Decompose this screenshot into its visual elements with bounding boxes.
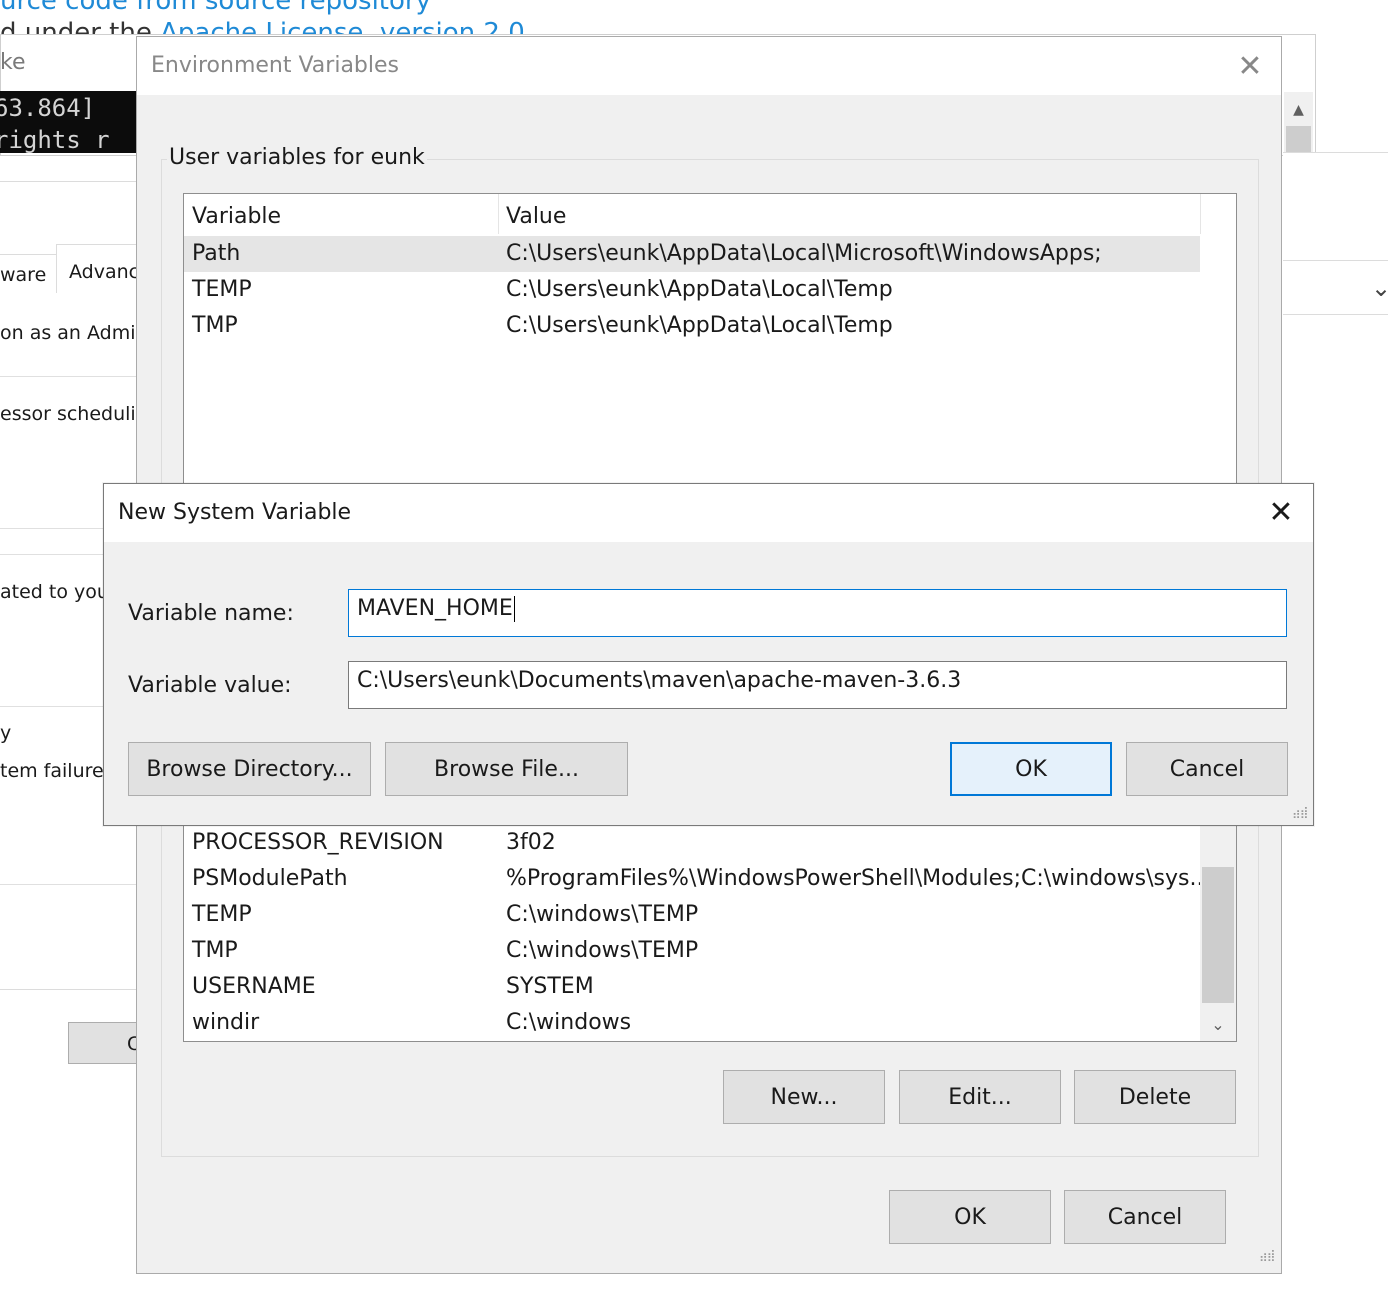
bg-cmd-line: 63.864] xyxy=(0,94,96,122)
row-value: C:\Users\eunk\AppData\Local\Temp xyxy=(506,313,893,338)
system-variables-list[interactable]: PROCESSOR_REVISION 3f02 PSModulePath %Pr… xyxy=(183,797,1237,1042)
variable-name-input[interactable]: MAVEN_HOME xyxy=(348,589,1287,637)
variable-value-label: Variable value: xyxy=(128,673,292,698)
row-variable: TMP xyxy=(192,313,238,338)
bg-divider xyxy=(0,884,138,885)
row-value: C:\windows\TEMP xyxy=(506,938,699,963)
row-value: C:\Users\eunk\AppData\Local\Temp xyxy=(506,277,893,302)
edit-variable-button[interactable]: Edit... xyxy=(899,1070,1061,1124)
bg-admin-text: on as an Admir xyxy=(0,322,144,344)
bg-cmd-scroll-thumb[interactable] xyxy=(1286,126,1311,153)
bg-related-text: ated to you xyxy=(0,581,109,603)
row-variable: Path xyxy=(192,241,241,266)
browse-directory-button[interactable]: Browse Directory... xyxy=(128,742,371,796)
row-value: C:\windows xyxy=(506,1010,632,1035)
row-variable: PROCESSOR_REVISION xyxy=(192,830,444,855)
new-variable-button[interactable]: New... xyxy=(723,1070,885,1124)
table-row[interactable]: TMP C:\Users\eunk\AppData\Local\Temp xyxy=(184,308,1200,344)
bg-failure-text: tem failure, xyxy=(0,760,110,782)
row-variable: windir xyxy=(192,1010,260,1035)
column-header-value[interactable]: Value xyxy=(506,204,566,229)
table-row[interactable]: TMP C:\windows\TEMP xyxy=(184,933,1200,969)
table-row[interactable]: Path C:\Users\eunk\AppData\Local\Microso… xyxy=(184,236,1200,272)
system-list-scrollbar[interactable]: ⌄ xyxy=(1200,797,1236,1041)
nsv-dialog-title: New System Variable xyxy=(118,500,352,525)
nsv-titlebar[interactable]: New System Variable ✕ xyxy=(104,484,1313,542)
row-variable: TEMP xyxy=(192,277,252,302)
bg-repo-link[interactable]: urce code from source repository xyxy=(0,0,431,16)
nsv-ok-button[interactable]: OK xyxy=(950,742,1112,796)
variable-value-value: C:\Users\eunk\Documents\maven\apache-mav… xyxy=(357,668,962,693)
close-icon[interactable]: ✕ xyxy=(1233,49,1267,84)
env-titlebar[interactable]: Environment Variables ✕ xyxy=(137,37,1281,95)
column-divider[interactable] xyxy=(1200,194,1201,234)
env-cancel-button[interactable]: Cancel xyxy=(1064,1190,1226,1244)
row-variable: USERNAME xyxy=(192,974,316,999)
row-variable: TEMP xyxy=(192,902,252,927)
list-header: Variable Value xyxy=(184,194,1236,234)
env-ok-button[interactable]: OK xyxy=(889,1190,1051,1244)
bg-tab-hardware[interactable]: ware xyxy=(0,264,46,286)
new-system-variable-dialog: New System Variable ✕ Variable name: MAV… xyxy=(103,483,1314,826)
bg-cmd-title: ke xyxy=(0,50,26,75)
column-header-variable[interactable]: Variable xyxy=(192,204,281,229)
row-value: %ProgramFiles%\WindowsPowerShell\Modules… xyxy=(506,866,1211,891)
resize-grip-icon[interactable]: ⠠⠴ ⠶⠶ xyxy=(1259,1246,1276,1264)
table-row[interactable]: TEMP C:\Users\eunk\AppData\Local\Temp xyxy=(184,272,1200,308)
browse-file-button[interactable]: Browse File... xyxy=(385,742,628,796)
table-row[interactable]: USERNAME SYSTEM xyxy=(184,969,1200,1005)
variable-name-label: Variable name: xyxy=(128,601,294,626)
row-value: SYSTEM xyxy=(506,974,594,999)
bg-cmd-console: 63.864] rights r xyxy=(0,91,138,153)
row-variable: PSModulePath xyxy=(192,866,348,891)
chevron-down-icon[interactable]: ⌄ xyxy=(1371,274,1388,302)
bg-divider xyxy=(0,376,138,377)
column-divider[interactable] xyxy=(498,194,499,234)
nsv-cancel-button[interactable]: Cancel xyxy=(1126,742,1288,796)
bg-processor-text: essor schedulir xyxy=(0,403,144,425)
env-dialog-title: Environment Variables xyxy=(151,53,400,78)
table-row[interactable]: windir C:\windows xyxy=(184,1005,1200,1041)
delete-variable-button[interactable]: Delete xyxy=(1074,1070,1236,1124)
bg-divider xyxy=(1283,260,1388,261)
scroll-up-arrow-icon[interactable]: ▲ xyxy=(1284,96,1313,124)
user-variables-list[interactable]: Variable Value Path C:\Users\eunk\AppDat… xyxy=(183,193,1237,523)
bg-cmd-line: rights r xyxy=(0,126,110,153)
bg-tab-advanced-label: Advanc xyxy=(69,261,140,283)
table-row[interactable]: TEMP C:\windows\TEMP xyxy=(184,897,1200,933)
row-value: 3f02 xyxy=(506,830,556,855)
bg-divider xyxy=(1283,152,1388,153)
bg-divider xyxy=(0,989,138,990)
variable-name-value: MAVEN_HOME xyxy=(357,596,513,621)
close-icon[interactable]: ✕ xyxy=(1264,494,1298,530)
user-variables-label: User variables for eunk xyxy=(167,145,427,170)
row-value: C:\windows\TEMP xyxy=(506,902,699,927)
table-row[interactable]: PROCESSOR_REVISION 3f02 xyxy=(184,825,1200,861)
bg-y-text: y xyxy=(0,722,12,744)
scroll-down-arrow-icon[interactable]: ⌄ xyxy=(1200,1009,1236,1039)
bg-divider xyxy=(1283,314,1388,315)
text-caret xyxy=(513,596,515,622)
scrollbar-thumb[interactable] xyxy=(1202,867,1234,1003)
row-value: C:\Users\eunk\AppData\Local\Microsoft\Wi… xyxy=(506,241,1102,266)
row-variable: TMP xyxy=(192,938,238,963)
table-row[interactable]: PSModulePath %ProgramFiles%\WindowsPower… xyxy=(184,861,1210,897)
resize-grip-icon[interactable]: ⠠⠴ ⠶⠶ xyxy=(1292,803,1309,821)
variable-value-input[interactable]: C:\Users\eunk\Documents\maven\apache-mav… xyxy=(348,661,1287,709)
bg-tab-advanced[interactable]: Advanc xyxy=(56,244,140,293)
